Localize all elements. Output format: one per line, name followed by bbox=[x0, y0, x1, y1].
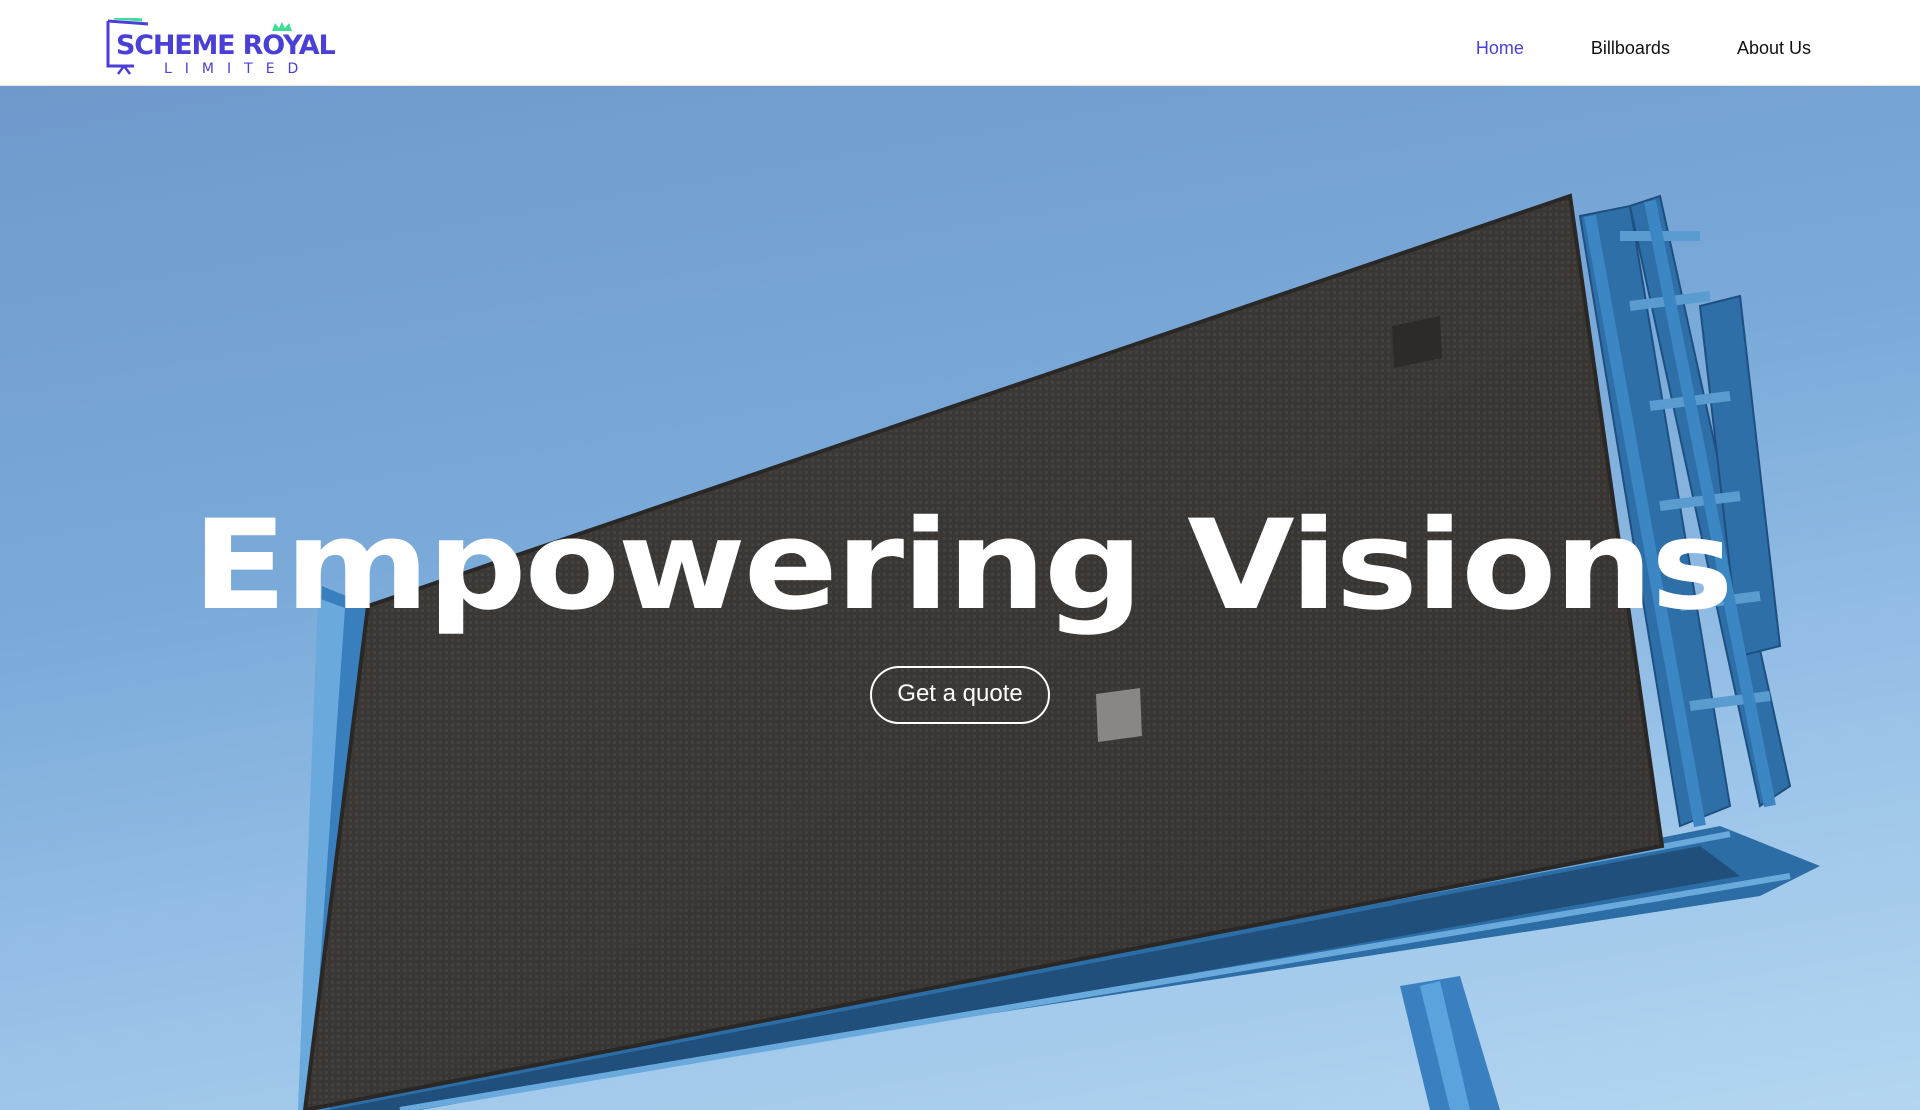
nav-about-us[interactable]: About Us bbox=[1737, 36, 1811, 60]
site-header: SCHEME ROYAL LIMITED Home Billboards Abo… bbox=[0, 0, 1920, 86]
brand-name: SCHEME ROYAL bbox=[116, 30, 336, 61]
hero-title: Empowering Visions bbox=[192, 494, 1733, 638]
brand-tagline: LIMITED bbox=[164, 61, 312, 77]
main-nav: Home Billboards About Us bbox=[1409, 36, 1811, 60]
hero-section: Empowering Visions Get a quote bbox=[0, 86, 1920, 1110]
nav-billboards[interactable]: Billboards bbox=[1591, 36, 1670, 60]
get-a-quote-button[interactable]: Get a quote bbox=[870, 666, 1050, 724]
brand-logo[interactable]: SCHEME ROYAL LIMITED bbox=[104, 18, 360, 80]
nav-home[interactable]: Home bbox=[1476, 36, 1524, 60]
